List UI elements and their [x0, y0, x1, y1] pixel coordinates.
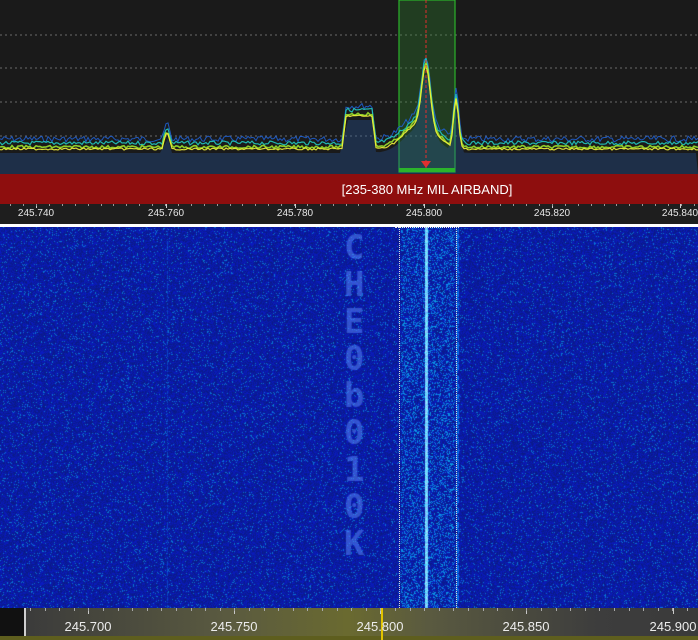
filter-bar — [399, 168, 455, 172]
top-frequency-scale[interactable]: 245.740 245.760 245.780 245.800 245.820 245.8… — [0, 204, 698, 224]
top-scale-label: 245.740 — [17, 208, 55, 219]
bottom-scale-label: 245.700 — [64, 619, 112, 634]
bottom-frequency-scale[interactable]: 245.700 245.750 245.800 245.850 245.900 — [0, 608, 698, 640]
bottom-scale-tick — [673, 608, 674, 614]
filter-top-marker — [395, 227, 459, 228]
top-scale-label: 245.760 — [147, 208, 185, 219]
top-scale-label: 245.840 — [661, 208, 698, 219]
waterfall-panel[interactable] — [0, 227, 698, 608]
band-plan-label: [235-380 MHz MIL AIRBAND] — [341, 181, 513, 197]
spectrum-panel[interactable] — [0, 0, 698, 174]
top-scale-label: 245.800 — [405, 208, 443, 219]
spectrum-fill — [0, 75, 698, 174]
filter-edge-left — [399, 227, 400, 608]
bottom-scale-label: 245.900 — [649, 619, 697, 634]
bottom-scale-label: 245.850 — [502, 619, 550, 634]
filter-edge-right — [456, 227, 457, 608]
band-plan-bar: [235-380 MHz MIL AIRBAND] — [0, 174, 698, 204]
bottom-scale-label: 245.750 — [210, 619, 258, 634]
top-scale-label: 245.780 — [276, 208, 314, 219]
sdr-receiver-display: [235-380 MHz MIL AIRBAND] 245.740 245.760… — [0, 0, 698, 640]
spectrum-plot[interactable] — [0, 0, 698, 174]
waterfall-canvas[interactable] — [0, 227, 698, 608]
top-scale-label: 245.820 — [533, 208, 571, 219]
bottom-scale-label: 245.800 — [356, 619, 404, 634]
